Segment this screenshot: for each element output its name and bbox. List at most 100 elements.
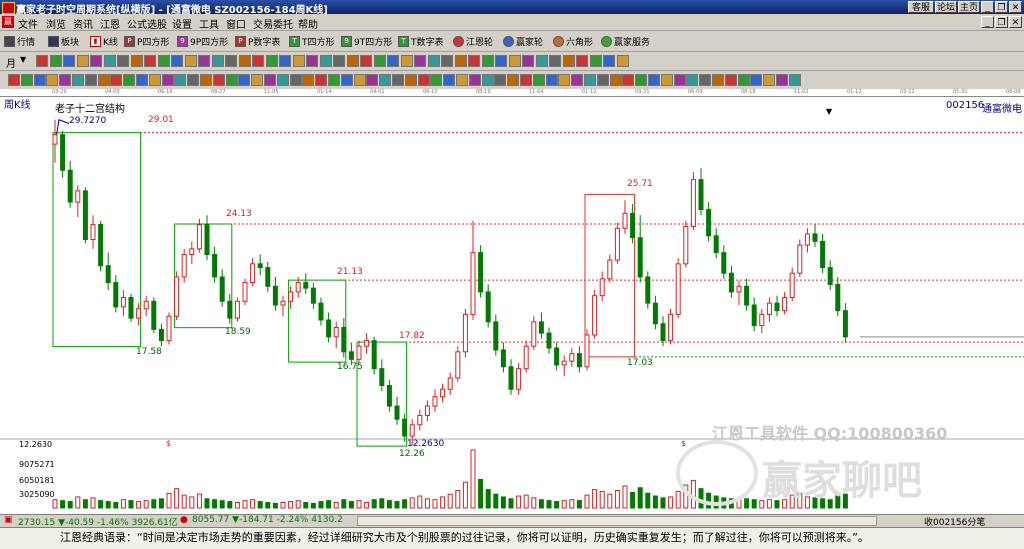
service-button[interactable]: 客服 (908, 1, 934, 13)
menu-help[interactable]: 帮助 (298, 16, 318, 31)
menu-tools[interactable]: 工具 (199, 16, 219, 31)
toolbar-9p-square-button[interactable]: 9 9P四方形 (177, 34, 228, 48)
draw-tool-icon-48[interactable] (609, 74, 622, 86)
period-tool-icon-21[interactable] (306, 55, 318, 67)
period-tool-icon-22[interactable] (319, 55, 332, 67)
period-tool-icon-19[interactable] (279, 55, 291, 67)
period-tool-icon-44[interactable] (616, 55, 629, 67)
draw-tool-icon-13[interactable] (161, 74, 174, 86)
doc-minimize-button[interactable]: _ (981, 16, 994, 28)
period-tool-icon-43[interactable] (603, 55, 615, 67)
toolbar-p-table-button[interactable]: P P数字表 (235, 34, 280, 48)
kline-chart[interactable] (0, 96, 1024, 514)
draw-tool-icon-30[interactable] (379, 74, 392, 86)
draw-tool-icon-42[interactable] (532, 74, 545, 86)
toolbar-kline-button[interactable]: ▮ K线 (90, 34, 118, 48)
period-tool-icon-1[interactable] (36, 55, 48, 67)
period-tool-icon-38[interactable] (535, 55, 548, 67)
period-tool-icon-18[interactable] (265, 55, 278, 67)
period-tool-icon-7[interactable] (117, 55, 129, 67)
draw-tool-icon-58[interactable] (737, 74, 750, 86)
period-tool-icon-6[interactable] (103, 55, 116, 67)
toolbar-t-square-button[interactable]: T T四方形 (289, 34, 335, 48)
period-tool-icon-34[interactable] (481, 55, 494, 67)
draw-tool-icon-36[interactable] (456, 74, 468, 86)
period-tool-icon-30[interactable] (427, 55, 440, 67)
menu-settings[interactable]: 设置 (172, 16, 192, 31)
menu-formula[interactable]: 公式选股 (127, 16, 167, 31)
period-tool-icon-40[interactable] (562, 55, 575, 67)
draw-tool-icon-38[interactable] (481, 74, 494, 86)
menu-browse[interactable]: 浏览 (46, 16, 66, 31)
menu-news[interactable]: 资讯 (73, 16, 93, 31)
draw-tool-icon-49[interactable] (622, 74, 635, 86)
period-tool-icon-42[interactable] (589, 55, 602, 67)
draw-tool-icon-33[interactable] (417, 74, 430, 86)
draw-tool-icon-26[interactable] (328, 74, 340, 86)
close-button[interactable]: ✕ (1009, 1, 1022, 13)
menu-file[interactable]: 文件 (18, 16, 38, 31)
draw-tool-icon-15[interactable] (187, 74, 200, 86)
draw-tool-icon-54[interactable] (686, 74, 699, 86)
period-tool-icon-16[interactable] (238, 55, 251, 67)
period-tool-icon-8[interactable] (130, 55, 143, 67)
period-tool-icon-15[interactable] (225, 55, 237, 67)
draw-tool-icon-12[interactable] (148, 74, 161, 86)
toolbar-service-button[interactable]: 赢家服务 (601, 34, 650, 48)
period-tool-icon-17[interactable] (252, 55, 264, 67)
draw-tool-icon-19[interactable] (238, 74, 251, 86)
draw-tool-icon-29[interactable] (366, 74, 379, 86)
draw-tool-icon-7[interactable] (84, 74, 97, 86)
draw-tool-icon-2[interactable] (20, 74, 33, 86)
menu-gann[interactable]: 江恩 (100, 16, 120, 31)
period-tool-icon-31[interactable] (441, 55, 453, 67)
period-tool-icon-25[interactable] (360, 55, 372, 67)
period-tool-icon-41[interactable] (576, 55, 588, 67)
draw-tool-icon-55[interactable] (699, 74, 712, 86)
period-tool-icon-9[interactable] (144, 55, 156, 67)
toolbar-sector-button[interactable]: 板块 (48, 34, 79, 48)
toolbar-p-square-button[interactable]: P P四方形 (124, 34, 169, 48)
draw-tool-icon-10[interactable] (123, 74, 136, 86)
toolbar-gann-wheel-button[interactable]: 江恩轮 (453, 34, 493, 48)
period-tool-icon-20[interactable] (292, 55, 305, 67)
period-tool-icon-3[interactable] (63, 55, 75, 67)
maximize-button[interactable]: ❐ (995, 1, 1008, 13)
toolbar-hexagon-button[interactable]: 六角形 (553, 34, 593, 48)
homepage-button[interactable]: 主页 (958, 1, 980, 13)
draw-tool-icon-16[interactable] (200, 74, 212, 86)
draw-tool-icon-47[interactable] (596, 74, 609, 86)
period-tool-icon-28[interactable] (400, 55, 413, 67)
forum-button[interactable]: 论坛 (935, 1, 957, 13)
draw-tool-icon-24[interactable] (302, 74, 315, 86)
period-tool-icon-11[interactable] (171, 55, 183, 67)
draw-tool-icon-50[interactable] (635, 74, 648, 86)
draw-tool-icon-8[interactable] (97, 74, 110, 86)
period-tool-icon-23[interactable] (333, 55, 345, 67)
draw-tool-icon-59[interactable] (750, 74, 763, 86)
draw-tool-icon-37[interactable] (468, 74, 481, 86)
draw-tool-icon-14[interactable] (174, 74, 187, 86)
period-tool-icon-13[interactable] (198, 55, 210, 67)
draw-tool-icon-39[interactable] (494, 74, 507, 86)
draw-tool-icon-3[interactable] (33, 74, 46, 86)
draw-tool-icon-35[interactable] (443, 74, 456, 86)
period-tool-icon-14[interactable] (211, 55, 224, 67)
draw-tool-icon-34[interactable] (430, 74, 443, 86)
draw-tool-icon-43[interactable] (545, 74, 558, 86)
draw-tool-icon-25[interactable] (315, 74, 328, 86)
draw-tool-icon-22[interactable] (276, 74, 289, 86)
minimize-button[interactable]: _ (981, 1, 994, 13)
sz-index-quote[interactable]: 8055.77 ▼-184.71 -2.24% 4130.2 (192, 515, 343, 525)
draw-tool-icon-45[interactable] (571, 74, 584, 86)
draw-tool-icon-1[interactable] (8, 74, 20, 86)
draw-tool-icon-61[interactable] (776, 74, 788, 86)
period-tool-icon-5[interactable] (90, 55, 102, 67)
toolbar-9t-square-button[interactable]: 9 9T四方形 (341, 34, 392, 48)
draw-tool-icon-60[interactable] (763, 74, 776, 86)
draw-tool-icon-23[interactable] (289, 74, 302, 86)
period-tool-icon-27[interactable] (387, 55, 399, 67)
draw-tool-icon-46[interactable] (584, 74, 596, 86)
draw-tool-icon-57[interactable] (724, 74, 737, 86)
draw-tool-icon-4[interactable] (46, 74, 59, 86)
